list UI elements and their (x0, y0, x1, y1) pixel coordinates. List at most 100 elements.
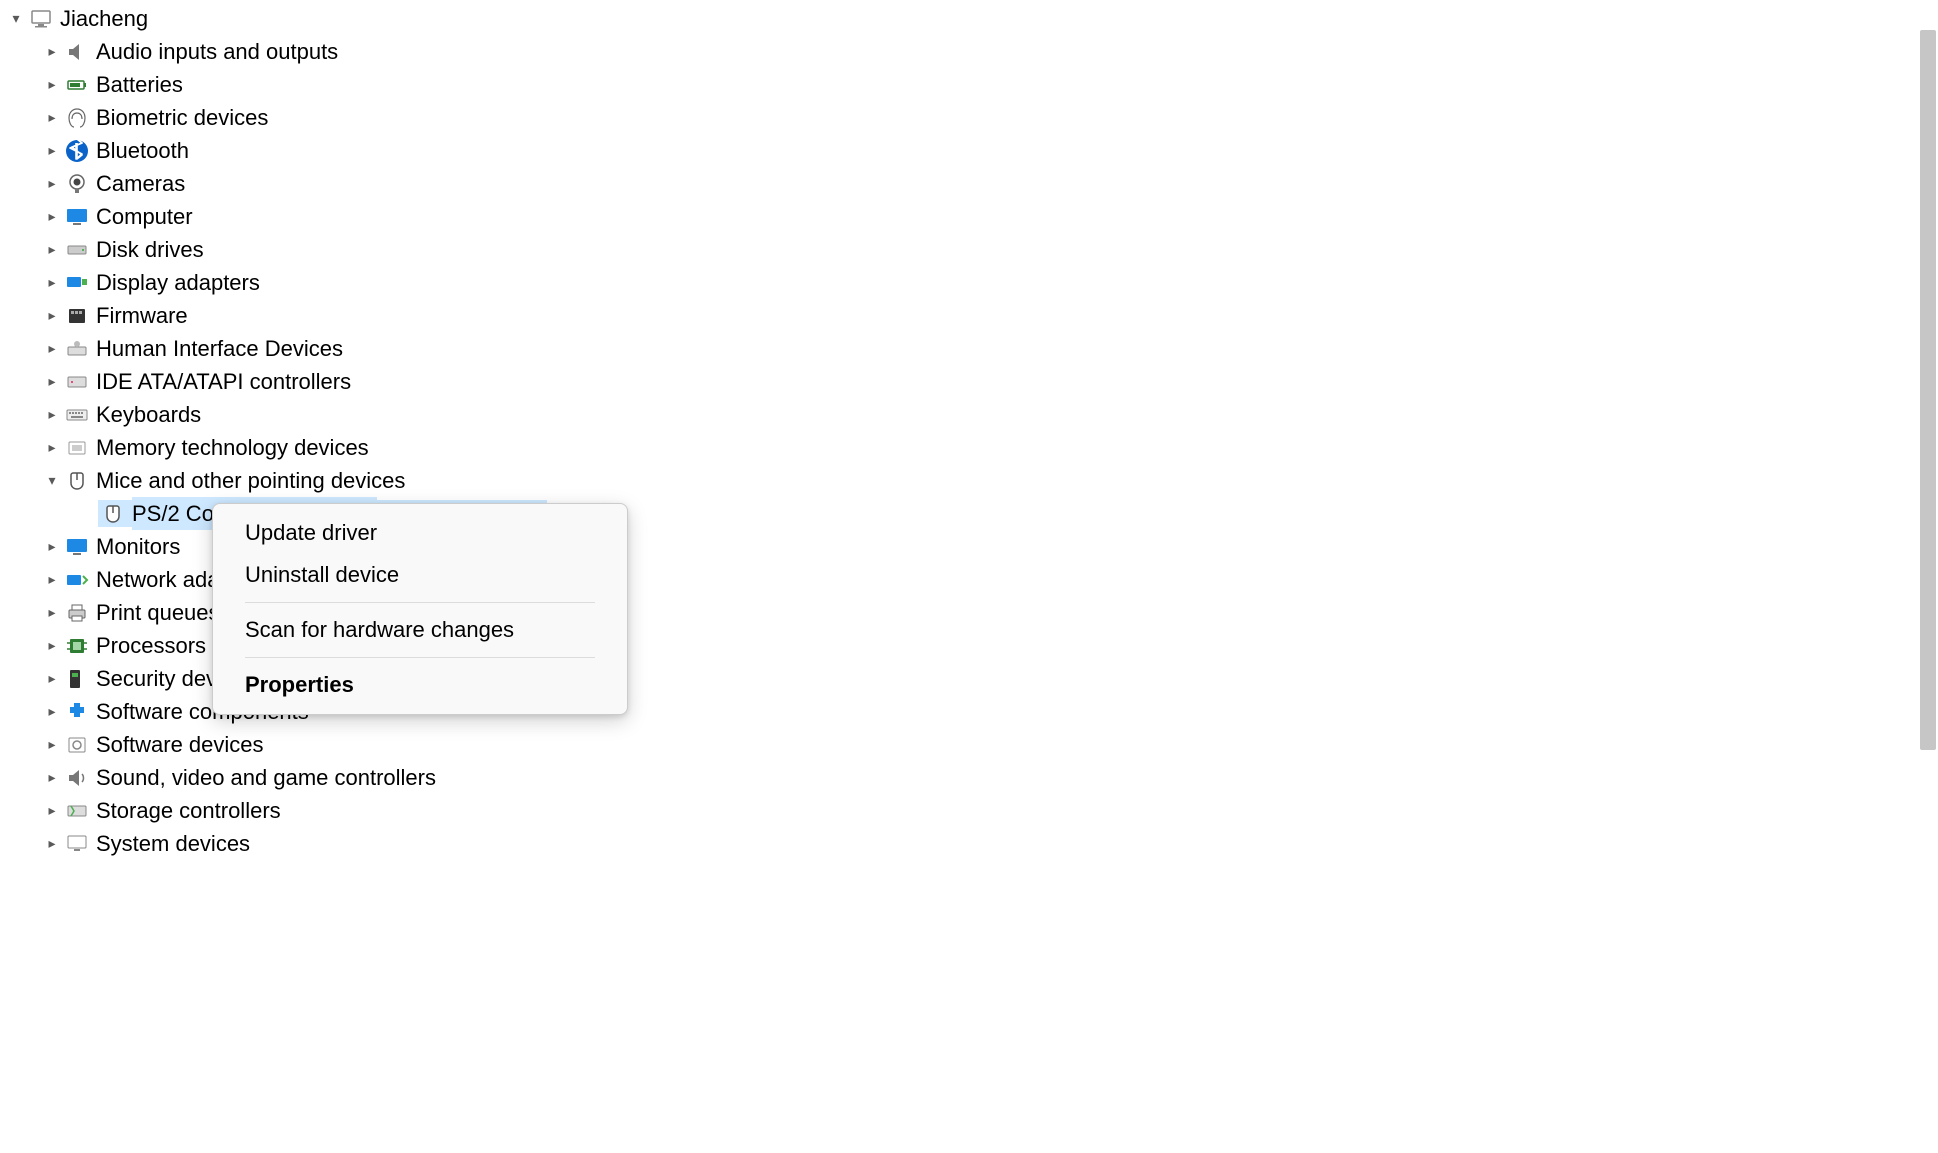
chevron-right-icon[interactable]: ▸ (42, 134, 62, 167)
chevron-right-icon[interactable]: ▸ (42, 35, 62, 68)
tree-category-security[interactable]: ▸ Security devices (0, 662, 1385, 695)
tree-category-print-queues[interactable]: ▸ Print queues (0, 596, 1385, 629)
menu-item-properties[interactable]: Properties (213, 664, 627, 706)
menu-separator (245, 602, 595, 603)
device-manager-tree-view: { "root": { "label": "Jiacheng", "icon":… (0, 0, 1938, 1153)
tree-category-sound[interactable]: ▸ Sound, video and game controllers (0, 761, 1385, 794)
chevron-right-icon[interactable]: ▸ (42, 398, 62, 431)
tree-category-memory[interactable]: ▸ Memory technology devices (0, 431, 1385, 464)
chevron-right-icon[interactable]: ▸ (42, 728, 62, 761)
tree-category-software-devices[interactable]: ▸ Software devices (0, 728, 1385, 761)
chevron-right-icon[interactable]: ▸ (42, 662, 62, 695)
tree-category-mice[interactable]: ▾ Mice and other pointing devices (0, 464, 1385, 497)
processor-icon (64, 633, 90, 659)
chevron-down-icon[interactable]: ▾ (6, 2, 26, 35)
category-label: Storage controllers (96, 794, 289, 827)
tree-category-ide[interactable]: ▸ IDE ATA/ATAPI controllers (0, 365, 1385, 398)
biometric-icon (64, 105, 90, 131)
category-label: IDE ATA/ATAPI controllers (96, 365, 359, 398)
battery-icon (64, 72, 90, 98)
category-label: Processors (96, 629, 214, 662)
chevron-right-icon[interactable]: ▸ (42, 101, 62, 134)
category-label: Human Interface Devices (96, 332, 351, 365)
tree-category-keyboards[interactable]: ▸ Keyboards (0, 398, 1385, 431)
chevron-right-icon[interactable]: ▸ (42, 200, 62, 233)
tree-category-batteries[interactable]: ▸ Batteries (0, 68, 1385, 101)
category-label: Disk drives (96, 233, 212, 266)
menu-item-scan-hardware[interactable]: Scan for hardware changes (213, 609, 627, 651)
menu-item-uninstall-device[interactable]: Uninstall device (213, 554, 627, 596)
chevron-right-icon[interactable]: ▸ (42, 629, 62, 662)
device-tree[interactable]: ▾ Jiacheng ▸ Audio inputs and outputs ▸ … (0, 0, 1385, 860)
chevron-right-icon[interactable]: ▸ (42, 695, 62, 728)
category-label: Display adapters (96, 266, 268, 299)
tree-category-bluetooth[interactable]: ▸ Bluetooth (0, 134, 1385, 167)
tree-root-label: Jiacheng (60, 2, 156, 35)
category-label: Software devices (96, 728, 272, 761)
chevron-right-icon[interactable]: ▸ (42, 563, 62, 596)
disk-icon (64, 237, 90, 263)
tree-root-node[interactable]: ▾ Jiacheng (0, 2, 1385, 35)
tree-category-network[interactable]: ▸ Network adapters (0, 563, 1385, 596)
hid-icon (64, 336, 90, 362)
chevron-right-icon[interactable]: ▸ (42, 365, 62, 398)
printer-icon (64, 600, 90, 626)
system-icon (64, 831, 90, 857)
chevron-right-icon[interactable]: ▸ (42, 299, 62, 332)
category-label: Print queues (96, 596, 228, 629)
mouse-icon (100, 501, 126, 527)
chevron-right-icon[interactable]: ▸ (42, 431, 62, 464)
tree-category-cameras[interactable]: ▸ Cameras (0, 167, 1385, 200)
chevron-right-icon[interactable]: ▸ (42, 761, 62, 794)
tree-category-disk-drives[interactable]: ▸ Disk drives (0, 233, 1385, 266)
vertical-scrollbar-track[interactable] (1916, 0, 1938, 1153)
tree-device-ps2-mouse[interactable]: ▸ PS/2 Compatible Mouse (0, 497, 1385, 530)
chevron-right-icon[interactable]: ▸ (42, 530, 62, 563)
network-icon (64, 567, 90, 593)
chevron-right-icon[interactable]: ▸ (42, 794, 62, 827)
vertical-scrollbar-thumb[interactable] (1920, 30, 1936, 750)
tree-category-software-components[interactable]: ▸ Software components (0, 695, 1385, 728)
tree-category-storage[interactable]: ▸ Storage controllers (0, 794, 1385, 827)
chevron-right-icon[interactable]: ▸ (42, 167, 62, 200)
category-label: Biometric devices (96, 101, 276, 134)
tree-category-processors[interactable]: ▸ Processors (0, 629, 1385, 662)
mouse-icon (64, 468, 90, 494)
category-label: Monitors (96, 530, 188, 563)
category-label: Audio inputs and outputs (96, 35, 346, 68)
tree-category-audio[interactable]: ▸ Audio inputs and outputs (0, 35, 1385, 68)
monitor-icon (64, 204, 90, 230)
tree-category-monitors[interactable]: ▸ Monitors (0, 530, 1385, 563)
tree-category-firmware[interactable]: ▸ Firmware (0, 299, 1385, 332)
keyboard-icon (64, 402, 90, 428)
software-component-icon (64, 699, 90, 725)
tree-category-hid[interactable]: ▸ Human Interface Devices (0, 332, 1385, 365)
tree-category-computer[interactable]: ▸ Computer (0, 200, 1385, 233)
audio-icon (64, 39, 90, 65)
context-menu[interactable]: Update driver Uninstall device Scan for … (212, 503, 628, 715)
tree-category-biometric[interactable]: ▸ Biometric devices (0, 101, 1385, 134)
tree-category-system[interactable]: ▸ System devices (0, 827, 1385, 860)
category-label: Computer (96, 200, 201, 233)
software-device-icon (64, 732, 90, 758)
category-label: Mice and other pointing devices (96, 464, 413, 497)
chevron-right-icon[interactable]: ▸ (42, 233, 62, 266)
category-label: Bluetooth (96, 134, 197, 167)
camera-icon (64, 171, 90, 197)
tree-category-display-adapters[interactable]: ▸ Display adapters (0, 266, 1385, 299)
category-label: Cameras (96, 167, 193, 200)
chevron-right-icon[interactable]: ▸ (42, 266, 62, 299)
storage-icon (64, 798, 90, 824)
menu-separator (245, 657, 595, 658)
chevron-right-icon[interactable]: ▸ (42, 596, 62, 629)
chevron-right-icon[interactable]: ▸ (42, 827, 62, 860)
chevron-down-icon[interactable]: ▾ (42, 464, 62, 497)
sound-icon (64, 765, 90, 791)
category-label: Firmware (96, 299, 196, 332)
chevron-right-icon[interactable]: ▸ (42, 68, 62, 101)
chevron-right-icon[interactable]: ▸ (42, 332, 62, 365)
bluetooth-icon (64, 138, 90, 164)
menu-item-update-driver[interactable]: Update driver (213, 512, 627, 554)
category-label: System devices (96, 827, 258, 860)
memory-icon (64, 435, 90, 461)
